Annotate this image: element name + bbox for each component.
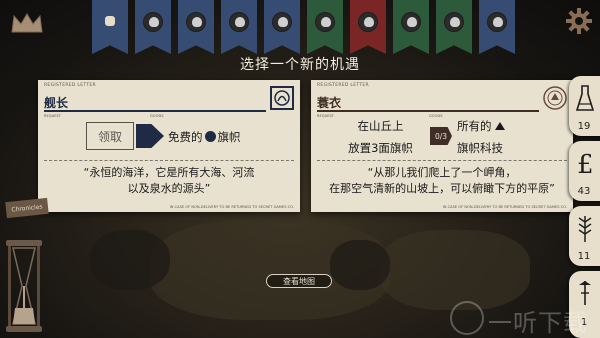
character-portrait-icon xyxy=(272,12,292,32)
card-title: 蓑衣 xyxy=(317,96,342,110)
character-banners xyxy=(92,0,515,56)
parchment-icon xyxy=(100,12,120,32)
gear-icon[interactable] xyxy=(566,8,592,34)
character-banner[interactable] xyxy=(307,0,343,54)
resource-value: 19 xyxy=(577,121,591,132)
divider xyxy=(44,160,294,161)
request-line-1: 在山丘上 xyxy=(357,119,404,133)
title-divider xyxy=(44,110,266,112)
resource-food[interactable]: 11 xyxy=(569,206,600,266)
request-label: REQUEST xyxy=(44,114,61,118)
character-banner[interactable] xyxy=(135,0,171,54)
goods-reward: 免费的 旗帜 xyxy=(168,129,241,145)
character-portrait-icon xyxy=(315,12,335,32)
cloak-emblem-icon xyxy=(543,86,567,110)
chronicle-stamp[interactable]: Chronicles xyxy=(5,197,49,219)
crown-icon[interactable] xyxy=(10,12,44,34)
character-banner[interactable] xyxy=(393,0,429,54)
title-divider xyxy=(317,110,539,112)
view-map-button[interactable]: 查看地图 xyxy=(266,274,332,288)
character-banner[interactable] xyxy=(178,0,214,54)
goods-prefix: 免费的 xyxy=(168,130,203,144)
registered-letter-label: REGISTERED LETTER xyxy=(44,83,96,88)
goods-line-2: 旗帜科技 xyxy=(457,141,503,155)
character-portrait-icon xyxy=(186,12,206,32)
quote-line-1: “从那儿我们爬上了一个岬角， xyxy=(367,166,517,179)
resource-value: 11 xyxy=(577,251,591,262)
pound-icon: £ xyxy=(577,150,594,177)
mountain-icon xyxy=(494,122,505,130)
quote-line-2: 以及泉水的源头” xyxy=(127,182,211,195)
resource-value: 43 xyxy=(577,186,591,197)
goods-line-1: 所有的 xyxy=(457,118,505,134)
character-banner[interactable] xyxy=(436,0,472,54)
game-screen: { "header": { "flags": [ {"name": "parch… xyxy=(0,0,600,338)
character-banner[interactable] xyxy=(264,0,300,54)
request-label: REQUEST xyxy=(317,114,334,118)
divider xyxy=(317,160,567,161)
wave-icon xyxy=(204,131,216,142)
request-line-2: 放置3面旗帜 xyxy=(348,141,413,155)
wheat-icon xyxy=(578,216,592,242)
opportunity-card-cloak[interactable]: REGISTERED LETTER 蓑衣 REQUEST GOODS 在山丘上 … xyxy=(311,80,573,212)
opportunity-card-captain[interactable]: REGISTERED LETTER 舰长 REQUEST GOODS 领取 免费… xyxy=(38,80,300,212)
arrow-icon xyxy=(136,124,164,148)
watermark-text: 一听下载 xyxy=(488,309,588,337)
character-banner[interactable] xyxy=(479,0,515,54)
goods-text: 所有的 xyxy=(457,119,492,133)
character-portrait-icon xyxy=(487,12,507,32)
registered-letter-label: REGISTERED LETTER xyxy=(317,83,369,88)
captain-emblem-icon xyxy=(270,86,294,110)
progress-badge: 0/3 xyxy=(430,127,452,145)
card-footer: IN CASE OF NON-DELIVERY TO BE RETURNED T… xyxy=(169,205,294,209)
resource-money[interactable]: £ 43 xyxy=(569,141,600,201)
watermark-logo-icon xyxy=(450,301,484,335)
character-banner[interactable] xyxy=(350,0,386,54)
page-title: 选择一个新的机遇 xyxy=(240,57,360,73)
flask-icon xyxy=(576,85,594,111)
map-water xyxy=(90,230,170,290)
character-banner[interactable] xyxy=(221,0,257,54)
character-portrait-icon xyxy=(143,12,163,32)
quote-line-1: “永恒的海洋，它是所有大海、河流 xyxy=(83,166,255,179)
character-portrait-icon xyxy=(401,12,421,32)
card-title: 舰长 xyxy=(44,96,69,110)
watermark: 一听下载 xyxy=(450,298,598,338)
character-portrait-icon xyxy=(444,12,464,32)
hourglass-icon[interactable] xyxy=(2,238,46,334)
character-portrait-icon xyxy=(358,12,378,32)
card-footer: IN CASE OF NON-DELIVERY TO BE RETURNED T… xyxy=(442,205,567,209)
goods-suffix: 旗帜 xyxy=(217,130,241,144)
goods-label: GOODS xyxy=(429,114,443,118)
quote-line-2: 在那空气清新的山坡上，可以俯瞰下方的平原” xyxy=(329,182,555,195)
character-portrait-icon xyxy=(229,12,249,32)
goods-label: GOODS xyxy=(150,114,164,118)
resource-science[interactable]: 19 xyxy=(569,76,600,136)
map-water xyxy=(330,240,390,290)
claim-button[interactable]: 领取 xyxy=(86,122,134,150)
svg-text:£: £ xyxy=(577,150,594,177)
parchment-banner[interactable] xyxy=(92,0,128,54)
